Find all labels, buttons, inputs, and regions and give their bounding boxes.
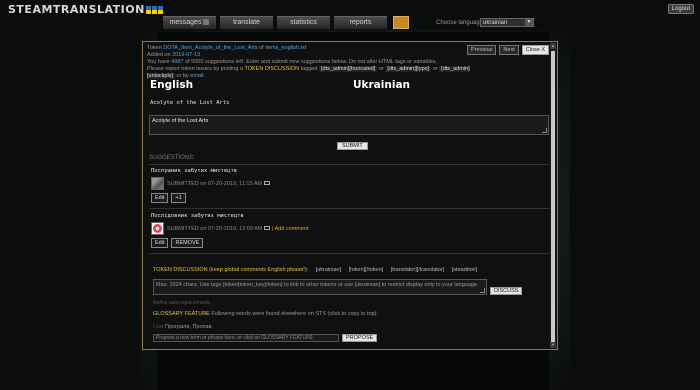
flag-icon [157,6,163,14]
translation-textarea[interactable]: Acolyte of the Lost Arts [149,115,549,135]
tab-translate[interactable]: translate [220,16,273,29]
discussion-tag[interactable]: [ukrainian] [316,267,341,273]
textarea-value: Acolyte of the Lost Arts [152,118,209,124]
tab-statistics[interactable]: statistics [277,16,330,29]
modal-scrollbar[interactable]: ▲ ▼ [550,43,556,348]
glossary-text: Following words were found elsewhere on … [211,311,378,317]
mail-icon[interactable] [264,225,271,230]
token-info: Token DOTA_Item_Acolyte_of_the_Lost_Arts… [147,45,477,80]
scroll-down-icon[interactable]: ▼ [550,342,556,348]
upvote-button[interactable]: +1 [171,193,186,203]
discussion-tag[interactable]: [steadmin] [452,267,477,273]
info-text: You have [147,59,170,65]
suggestion-item: Послідовник забутих мистецтв SUBMITTED o… [149,213,547,248]
suggestion-item: Послушник забутих мистецтв SUBMITTED on … [149,168,547,203]
glossary-terms[interactable]: Lost Програли, Пропав [153,324,212,330]
edit-button[interactable]: Edit [151,193,169,203]
suggestions-title: SUGGESTIONS: [149,155,195,161]
glossary-term-values[interactable]: Програли, Пропав [165,324,212,330]
glossary-feature-link[interactable]: GLOSSARY FEATURE [153,311,210,317]
glossary-section: GLOSSARY FEATURE Following words were fo… [153,311,378,317]
info-text: of 5000 suggestions left. Enter and subm… [185,59,438,65]
add-comment-link[interactable]: | Add comment [272,226,309,232]
avatar[interactable] [151,222,164,235]
suggestion-text: Послідовник забутих мистецтв [151,213,244,219]
refine-link[interactable]: Refine auto-replacements [153,300,210,306]
tab-reports[interactable]: reports [334,16,387,29]
propose-button[interactable]: PROPOSE [342,334,378,342]
suggestion-meta: SUBMITTED on 07-20-2019, 11:15 AM [167,180,270,187]
ukrainian-heading: Ukrainian [353,79,411,91]
source-text: Acolyte of the Lost Arts [150,100,230,106]
language-value: ukrainian [483,20,508,26]
info-text: or [432,66,438,72]
close-button[interactable]: Close X [521,45,549,55]
discussion-placeholder: Max. 1024 chars. Use tags [token]token_k… [156,282,479,288]
message-badge-icon [203,19,210,25]
submitted-text: SUBMITTED on 07-20-2019, 12:09 AM [167,225,263,232]
discussion-tag[interactable]: [translator][/translator] [391,267,445,273]
discussion-input[interactable]: Max. 1024 chars. Use tags [token]token_k… [153,279,487,295]
site-logo[interactable]: STEAMTRANSLATION [8,3,163,16]
info-text: tagged [300,66,318,72]
submitted-text: SUBMITTED on 07-20-2019, 11:15 AM [167,180,262,187]
mail-icon[interactable] [263,180,270,185]
flag-icon [145,6,151,14]
token-link[interactable]: DOTA_Item_Acolyte_of_the_Lost_Arts [163,45,257,51]
tab-messages[interactable]: messages [163,16,216,29]
chevron-down-icon: ▼ [525,19,533,26]
divider [149,164,549,165]
suggestions-count: 4987 [171,59,184,65]
glossary-term-key: Lost [153,324,164,330]
suggestion-meta: SUBMITTED on 07-20-2019, 12:09 AM | Add … [167,225,309,232]
language-label: Choose language: [436,20,485,26]
resize-handle-icon[interactable] [480,288,485,293]
token-discussion: TOKEN DISCUSSION (keep global comments E… [153,267,477,273]
info-text: Please report token issues by posting a [147,66,244,72]
divider [149,253,549,254]
submit-button[interactable]: SUBMIT [337,142,368,150]
tag-typo: [dts_admin][typo] [385,66,432,72]
added-date: 2019-07-19 [172,52,201,58]
suggestion-text: Послушник забутих мистецтв [151,168,238,174]
discussion-tag[interactable]: [token][/token] [349,267,384,273]
info-text: or [378,66,384,72]
language-select[interactable]: ukrainian ▼ [480,18,534,27]
file-link[interactable]: items_english.txt [265,45,306,51]
info-text: Added on [147,52,171,58]
tab-label: reports [349,19,372,26]
flag-icon [151,6,157,14]
divider [149,208,549,209]
main-nav: messages translate statistics reports [163,16,409,29]
scroll-up-icon[interactable]: ▲ [550,43,556,49]
tag-truncated: [dts_admin][truncated] [318,66,378,72]
discussion-title[interactable]: TOKEN DISCUSSION (keep global comments E… [153,267,308,273]
token-discussion-link[interactable]: TOKEN DISCUSSION [244,66,299,72]
tab-label: statistics [290,19,317,26]
scroll-thumb[interactable] [551,51,555,343]
glossary-input[interactable]: Propose a new term or phrase here, or cl… [153,334,339,342]
resize-handle-icon[interactable] [542,128,547,133]
next-button[interactable]: Next [499,45,519,55]
tab-label: translate [233,19,260,26]
tab-label: messages [169,19,202,26]
info-text: of [259,45,264,51]
logout-button[interactable]: Logout [667,4,694,14]
chest-icon[interactable] [393,16,409,29]
edit-button[interactable]: Edit [151,238,169,248]
avatar[interactable] [151,177,164,190]
english-heading: English [150,79,194,91]
token-modal: ▲ ▼ Previous Next Close X Token DOTA_Ite… [142,41,558,350]
info-text: Token [147,45,162,51]
discuss-button[interactable]: DISCUSS [490,287,523,295]
remove-button[interactable]: REMOVE [171,238,204,248]
